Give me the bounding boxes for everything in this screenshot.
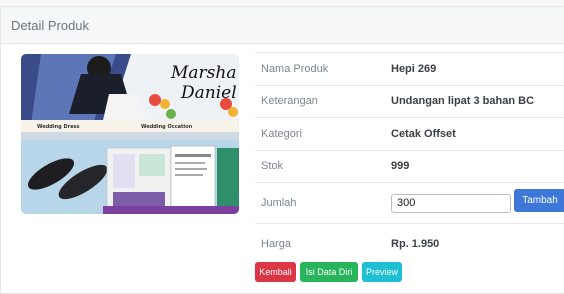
price-value: Rp. 1.950 — [391, 238, 440, 250]
detail-label: Keterangan — [261, 95, 318, 108]
card-header: Detail Produk — [1, 7, 564, 44]
detail-label: Nama Produk — [261, 62, 329, 75]
couple-name-1: Marsha — [170, 63, 236, 83]
fill-personal-data-button[interactable]: Isi Data Diri — [300, 262, 358, 282]
card-title: Detail Produk — [11, 17, 90, 33]
product-image-illustration: Marsha Daniel Wedding Dress Wedding Occa… — [21, 54, 239, 214]
caption-left: Wedding Dress — [37, 124, 79, 130]
stock-value: 999 — [391, 160, 410, 173]
category-value: Cetak Offset — [391, 127, 456, 140]
detail-label: Stok — [261, 160, 284, 173]
detail-row-keterangan: Keterangan Undangan lipat 3 bahan BC — [255, 84, 564, 118]
description-value: Undangan lipat 3 bahan BC — [391, 95, 535, 108]
action-buttons: Kembali Isi Data Diri Preview — [255, 262, 402, 282]
product-image: Marsha Daniel Wedding Dress Wedding Occa… — [21, 54, 239, 214]
back-button[interactable]: Kembali — [255, 262, 296, 282]
quantity-label: Jumlah — [261, 197, 297, 209]
product-name-value: Hepi 269 — [391, 62, 437, 75]
detail-row-harga: Harga Rp. 1.950 — [255, 223, 564, 264]
detail-row-kategori: Kategori Cetak Offset — [255, 117, 564, 150]
quantity-input[interactable] — [391, 193, 511, 213]
product-detail-table: Nama Produk Hepi 269 Keterangan Undangan… — [255, 52, 564, 264]
add-button[interactable]: Tambah — [514, 189, 564, 212]
detail-row-stok: Stok 999 — [255, 149, 564, 183]
caption-right: Wedding Occation — [141, 124, 193, 130]
price-label: Harga — [261, 238, 291, 250]
detail-label: Kategori — [261, 127, 302, 140]
page: Detail Produk Marsha Daniel Wedding Dres… — [0, 0, 564, 294]
preview-button[interactable]: Preview — [362, 262, 402, 282]
detail-row-nama-produk: Nama Produk Hepi 269 — [255, 52, 564, 85]
